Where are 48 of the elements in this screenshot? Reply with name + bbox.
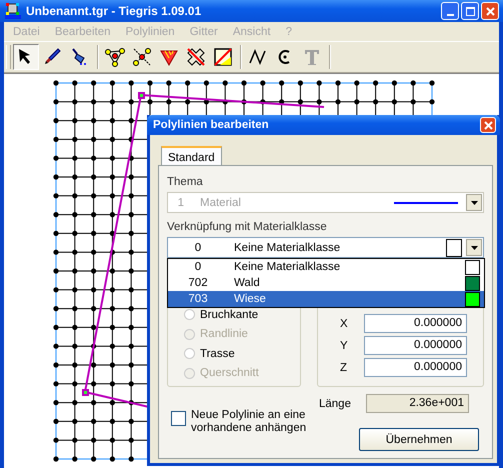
class-name: Keine Materialklasse — [234, 242, 342, 254]
material-class-dropdown[interactable]: 0 Keine Materialklasse — [167, 237, 484, 258]
maximize-icon — [466, 6, 474, 16]
radio-option[interactable]: Trasse — [184, 344, 300, 364]
dropdown-arrow-button[interactable] — [466, 239, 482, 256]
coordinate-label: Z — [340, 362, 348, 374]
pointer-tool-button[interactable] — [13, 44, 39, 70]
theme-name: Material — [200, 196, 242, 208]
caret-icon — [470, 246, 478, 250]
minimize-button[interactable] — [441, 2, 459, 20]
grid-cut-icon — [185, 46, 207, 68]
field-label: Verknüpfung mit Materialklasse — [167, 221, 328, 235]
radio-button[interactable] — [184, 348, 195, 360]
dropdown-option[interactable]: 703 Wiese — [168, 291, 484, 307]
dialog-title: Polylinien bearbeiten — [153, 119, 269, 131]
close-icon — [486, 6, 494, 16]
field-label: Thema — [167, 176, 204, 190]
window-title: Unbenannt.tgr - Tiegris 1.09.01 — [26, 4, 202, 18]
close-button[interactable] — [481, 2, 499, 20]
checkbox-label: Neue Polylinie an eine vorhandene anhängen — [191, 409, 308, 435]
coordinate-field[interactable]: 0.000000 — [364, 358, 467, 377]
app-icon — [4, 2, 22, 20]
dropdown-option[interactable]: 702 Wald — [168, 275, 484, 291]
crossed-box-icon — [212, 46, 234, 68]
cross-nodes-icon — [131, 46, 153, 68]
radio-option[interactable]: Bruchkante — [184, 305, 300, 324]
triangle-nodes-icon — [104, 46, 126, 68]
apply-button[interactable]: Übernehmen — [359, 428, 479, 451]
length-label: Länge — [319, 398, 351, 410]
maximize-button[interactable] — [461, 2, 479, 20]
class-number: 0 — [194, 242, 202, 254]
vertex-marker — [82, 389, 89, 396]
vertex-marker — [138, 92, 145, 99]
coordinate-field[interactable]: 0.000000 — [364, 314, 467, 333]
caret-icon — [470, 200, 478, 204]
checkbox[interactable] — [171, 411, 186, 426]
dropdown-option[interactable]: 0 Keine Materialklasse — [168, 259, 484, 275]
coordinate-label: X — [340, 318, 349, 330]
coordinate-label: Y — [340, 340, 349, 352]
close-icon — [484, 120, 492, 130]
minimize-icon — [446, 14, 454, 16]
theme-number: 1 — [176, 196, 184, 208]
radio-button[interactable] — [184, 309, 195, 320]
line-style-sample — [394, 202, 458, 204]
coordinate-field[interactable]: 0.000000 — [364, 336, 467, 355]
tab[interactable]: Standard — [161, 146, 222, 167]
length-field: 2.36e+001 — [366, 394, 469, 413]
close-button[interactable] — [480, 117, 496, 133]
